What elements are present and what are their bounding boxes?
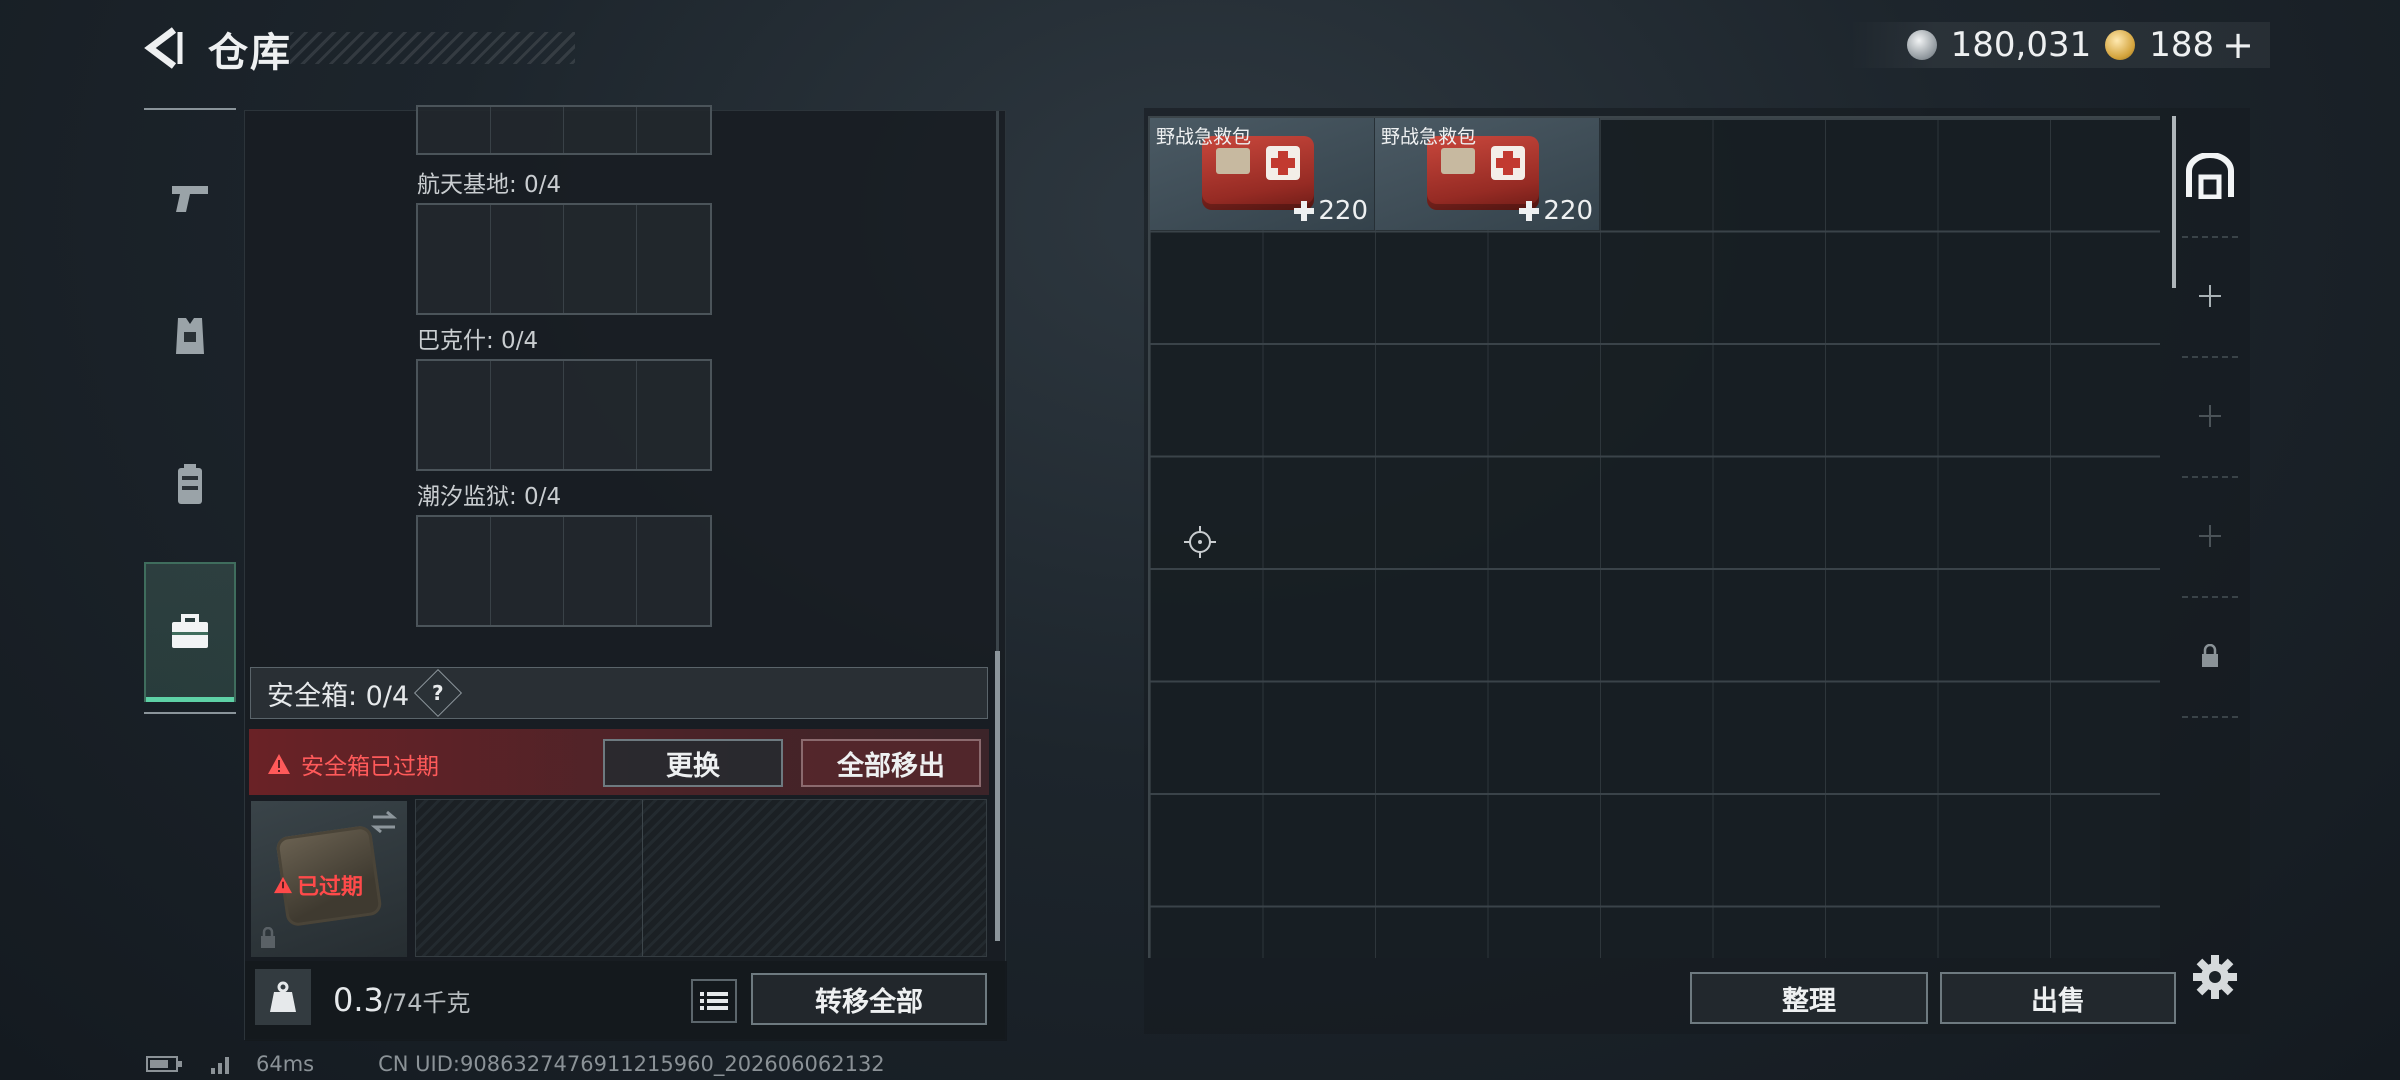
swap-icon[interactable] xyxy=(369,809,399,835)
gold-coin-icon xyxy=(2105,30,2136,60)
safe-box-title: 安全箱: 0/4 xyxy=(267,680,410,712)
page-title: 仓库 xyxy=(208,30,292,76)
ping-readout: 64ms xyxy=(256,1052,315,1076)
add-page-button[interactable] xyxy=(2178,236,2242,356)
weight-icon xyxy=(255,969,311,1025)
list-icon xyxy=(700,992,728,1010)
warning-icon xyxy=(268,754,290,774)
scrollbar-thumb[interactable] xyxy=(995,651,1000,941)
silver-coin-icon xyxy=(1906,30,1937,60)
sort-button[interactable]: 整理 xyxy=(1690,972,1928,1024)
map-slot-grid[interactable] xyxy=(416,105,712,155)
safe-box-storage[interactable] xyxy=(415,799,987,957)
settings-gear-icon[interactable] xyxy=(2190,952,2240,1006)
category-tabs xyxy=(144,108,236,714)
map-slot-grid[interactable] xyxy=(416,515,712,627)
map-label-tidal-prison: 潮汐监狱: 0/4 xyxy=(417,484,562,510)
item-durability: 220 xyxy=(1294,196,1368,226)
pistol-icon xyxy=(172,186,208,212)
expired-warning-bar: 安全箱已过期 更换 全部移出 xyxy=(249,729,989,795)
safe-box-header: 安全箱: 0/4 ? xyxy=(250,667,988,719)
map-slot-grid[interactable] xyxy=(416,359,712,471)
tab-weapons[interactable] xyxy=(144,128,236,268)
item-field-first-aid-kit[interactable]: 野战急救包 220 xyxy=(1375,118,1600,230)
tab-backpack[interactable] xyxy=(144,414,236,554)
plus-icon xyxy=(2199,405,2221,427)
backpack-icon xyxy=(178,464,202,504)
warning-icon xyxy=(274,876,292,894)
add-page-button[interactable] xyxy=(2178,356,2242,476)
item-durability: 220 xyxy=(1519,196,1593,226)
plus-icon xyxy=(1519,201,1540,221)
warehouse-panel: 野战急救包 220 野战急救包 220 xyxy=(1144,108,2250,1034)
warehouse-page-tabs xyxy=(2172,116,2242,718)
tab-warehouse-main[interactable] xyxy=(2178,116,2242,236)
gold-amount: 188 xyxy=(2149,25,2215,65)
status-footer: 64ms CN UID:9086327476911215960_20260606… xyxy=(146,1052,885,1076)
item-name: 野战急救包 xyxy=(1156,126,1252,148)
weight-readout: 0.3/74千克 xyxy=(333,981,471,1019)
plus-icon xyxy=(1294,201,1315,221)
crosshair-icon xyxy=(1182,524,1218,564)
replace-button[interactable]: 更换 xyxy=(603,739,783,787)
item-field-first-aid-kit[interactable]: 野战急救包 220 xyxy=(1150,118,1375,230)
back-icon[interactable] xyxy=(140,24,188,72)
tab-safe-box[interactable] xyxy=(144,562,236,702)
lock-icon xyxy=(2202,644,2218,667)
vest-icon xyxy=(176,318,204,354)
warehouse-icon xyxy=(2186,153,2234,199)
map-label-bakesh: 巴克什: 0/4 xyxy=(417,328,539,354)
uid-readout: CN UID:9086327476911215960_202606062132 xyxy=(378,1052,885,1076)
battery-icon xyxy=(146,1056,182,1072)
expired-tag: 已过期 xyxy=(273,869,363,901)
add-page-button[interactable] xyxy=(2178,476,2242,596)
safe-box-item-slot[interactable]: 已过期 xyxy=(251,801,407,957)
map-label-aerospace: 航天基地: 0/4 xyxy=(417,172,562,198)
plus-icon xyxy=(2199,525,2221,547)
locked-page xyxy=(2178,596,2242,716)
tab-armor[interactable] xyxy=(144,266,236,406)
expired-warning-text: 安全箱已过期 xyxy=(301,754,439,780)
lock-icon xyxy=(261,927,275,948)
sell-button[interactable]: 出售 xyxy=(1940,972,2176,1024)
item-name: 野战急救包 xyxy=(1381,126,1477,148)
currency-bar: 180,031 188 + xyxy=(1850,22,2270,68)
add-currency-button[interactable]: + xyxy=(2222,23,2254,67)
left-bottom-bar: 0.3/74千克 转移全部 xyxy=(245,961,1007,1041)
warehouse-grid[interactable]: 野战急救包 220 野战急救包 220 xyxy=(1148,116,2160,958)
warehouse-scrollbar[interactable] xyxy=(2172,116,2176,288)
safe-box-panel: 航天基地: 0/4 巴克什: 0/4 潮汐监狱: 0/4 安全箱: 0/4 ? … xyxy=(244,105,1007,1041)
signal-icon xyxy=(211,1057,229,1074)
move-all-out-button[interactable]: 全部移出 xyxy=(801,739,981,787)
map-slot-grid[interactable] xyxy=(416,203,712,315)
list-view-button[interactable] xyxy=(691,979,737,1023)
title-decoration xyxy=(290,32,575,64)
transfer-all-button[interactable]: 转移全部 xyxy=(751,973,987,1025)
plus-icon xyxy=(2199,285,2221,307)
briefcase-icon xyxy=(172,614,208,648)
help-icon[interactable]: ? xyxy=(414,668,463,718)
silver-amount: 180,031 xyxy=(1950,25,2092,65)
